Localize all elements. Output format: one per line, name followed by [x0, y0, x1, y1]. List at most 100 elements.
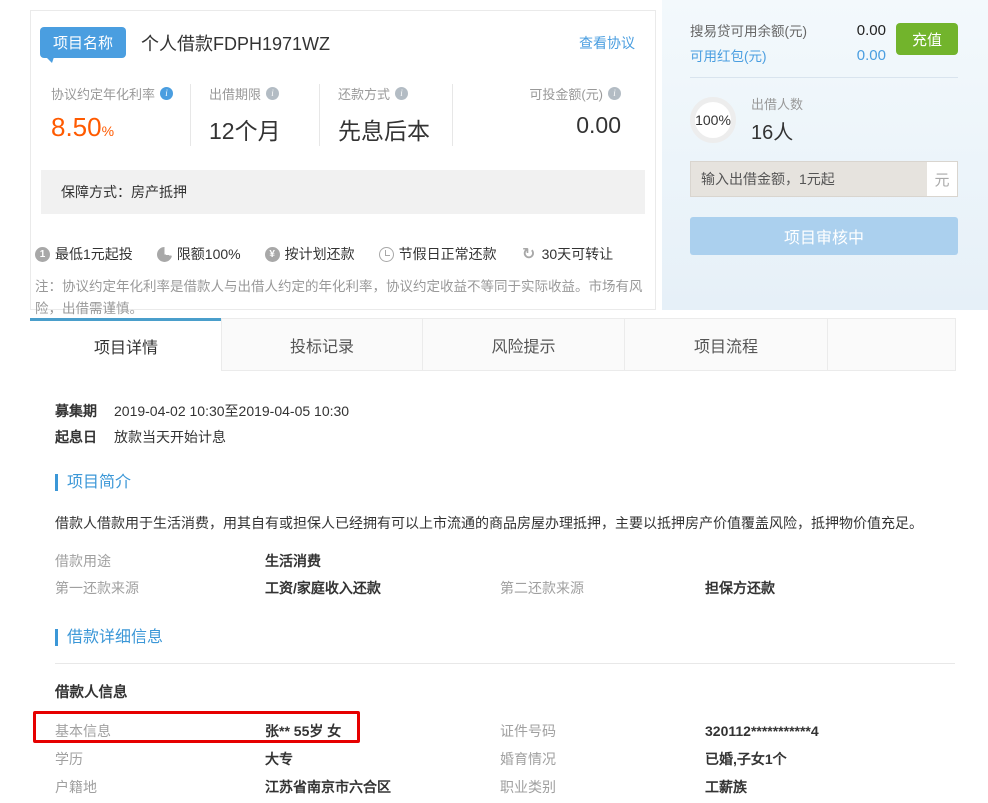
amount-unit: 元 [927, 162, 957, 196]
project-name-badge: 项目名称 [40, 27, 126, 58]
balance-box: 搜易贷可用余额(元) 0.00 可用红包(元) 0.00 充值 [690, 20, 958, 65]
project-stats: 协议约定年化利率 i 8.50% 出借期限 i 12个月 还款方式 i [31, 84, 655, 146]
table-row: 学历 大专 婚育情况 已婚,子女1个 [55, 745, 955, 773]
project-review-button[interactable]: 项目审核中 [690, 217, 958, 255]
row-label: 基本信息 [55, 721, 265, 741]
source2-label: 第二还款来源 [500, 575, 705, 602]
stat-label: 还款方式 [338, 84, 390, 103]
raise-period-row: 募集期 2019-04-02 10:30至2019-04-05 10:30 [55, 402, 955, 421]
detail-tabs: 项目详情 投标记录 风险提示 项目流程 [30, 318, 956, 371]
lenders-value: 16人 [751, 116, 803, 145]
redpacket-row: 可用红包(元) 0.00 [690, 45, 886, 65]
amount-input-wrap: 元 [690, 161, 958, 197]
row-label: 婚育情况 [500, 749, 705, 769]
purpose-label: 借款用途 [55, 548, 265, 575]
feature-label: 节假日正常还款 [399, 244, 497, 264]
row-value: 320112***********4 [705, 723, 955, 739]
view-agreement-link[interactable]: 查看协议 [579, 33, 635, 53]
refresh-icon: ↻ [521, 246, 537, 262]
source2-value: 担保方还款 [705, 575, 955, 602]
rate-value: 8.50 [51, 112, 102, 142]
interest-start-row: 起息日 放款当天开始计息 [55, 428, 955, 447]
feature-quota: 限额100% [157, 244, 241, 264]
feature-transfer: ↻ 30天可转让 [521, 244, 614, 264]
info-icon[interactable]: i [266, 87, 279, 100]
source1-label: 第一还款来源 [55, 575, 265, 602]
row-value: 工薪族 [705, 777, 955, 797]
repay-sources-row: 第一还款来源 工资/家庭收入还款 第二还款来源 担保方还款 [55, 575, 955, 602]
stat-label: 可投金额(元) [529, 84, 603, 103]
row-value: 大专 [265, 749, 500, 769]
project-title: 个人借款FDPH1971WZ [141, 30, 330, 56]
balance-label: 搜易贷可用余额(元) [690, 20, 807, 40]
clock-icon [379, 247, 394, 262]
panel-divider [690, 77, 958, 78]
borrower-info-title: 借款人信息 [55, 681, 955, 702]
borrower-info-table: 基本信息 张** 55岁 女 证件号码 320112***********4 学… [55, 717, 955, 803]
purpose-row: 借款用途 生活消费 [55, 548, 955, 575]
row-label: 学历 [55, 749, 265, 769]
feature-repay-plan: ¥ 按计划还款 [265, 244, 355, 264]
feature-min-invest: 1 最低1元起投 [35, 244, 133, 264]
feature-label: 30天可转让 [542, 244, 614, 264]
redpacket-value: 0.00 [857, 47, 886, 64]
one-circle-icon: 1 [35, 247, 50, 262]
source1-value: 工资/家庭收入还款 [265, 575, 500, 602]
investable-amount-value: 0.00 [463, 112, 621, 139]
risk-note: 注：协议约定年化利率是借款人与出借人约定的年化利率，协议约定收益不等同于实际收益… [35, 276, 643, 319]
tab-project-flow[interactable]: 项目流程 [624, 318, 828, 371]
info-icon[interactable]: i [608, 87, 621, 100]
balance-value: 0.00 [857, 22, 886, 39]
intro-text: 借款人借款用于生活消费，用其自有或担保人已经拥有可以上市流通的商品房屋办理抵押，… [55, 512, 955, 535]
project-summary-card: 项目名称 个人借款FDPH1971WZ 查看协议 协议约定年化利率 i 8.50… [30, 10, 656, 310]
feature-label: 限额100% [177, 244, 241, 264]
stat-annual-rate: 协议约定年化利率 i 8.50% [41, 84, 191, 146]
feature-label: 最低1元起投 [55, 244, 133, 264]
redpacket-link[interactable]: 可用红包(元) [690, 45, 767, 65]
row-value: 张** 55岁 女 [265, 721, 500, 741]
row-value: 已婚,子女1个 [705, 749, 955, 769]
interest-start-value: 放款当天开始计息 [114, 428, 226, 447]
row-value: 江苏省南京市六合区 [265, 777, 500, 797]
balance-row: 搜易贷可用余额(元) 0.00 [690, 20, 886, 40]
stat-label: 出借期限 [209, 84, 261, 103]
row-label: 户籍地 [55, 777, 265, 797]
stat-term: 出借期限 i 12个月 [191, 84, 320, 146]
stat-repay-method: 还款方式 i 先息后本 [320, 84, 453, 146]
stat-investable-amount: 可投金额(元) i 0.00 [453, 84, 645, 146]
raise-period-label: 募集期 [55, 402, 97, 421]
feature-label: 按计划还款 [285, 244, 355, 264]
invest-panel: 搜易贷可用余额(元) 0.00 可用红包(元) 0.00 充值 100% 出借人… [662, 0, 988, 310]
info-icon[interactable]: i [160, 87, 173, 100]
project-header: 项目名称 个人借款FDPH1971WZ 查看协议 [31, 11, 655, 58]
stat-label: 协议约定年化利率 [51, 84, 155, 103]
lenders-label: 出借人数 [751, 94, 803, 113]
progress-circle: 100% [690, 97, 736, 143]
purpose-value: 生活消费 [265, 548, 500, 575]
tab-risk-notice[interactable]: 风险提示 [422, 318, 625, 371]
amount-input[interactable] [691, 162, 927, 196]
recharge-button[interactable]: 充值 [896, 23, 958, 55]
term-value: 12个月 [209, 112, 317, 146]
section-title-intro: 项目简介 [55, 474, 955, 491]
tab-filler [827, 318, 956, 371]
rate-suffix: % [102, 123, 114, 139]
section-title-loan-detail: 借款详细信息 [55, 629, 955, 646]
pie-quota-icon [157, 247, 172, 262]
row-label: 职业类别 [500, 777, 705, 797]
guarantee-bar: 保障方式：房产抵押 [41, 170, 645, 214]
row-label: 证件号码 [500, 721, 705, 741]
progress-row: 100% 出借人数 16人 [690, 94, 958, 145]
tab-bid-records[interactable]: 投标记录 [221, 318, 423, 371]
tab-project-detail[interactable]: 项目详情 [30, 318, 222, 371]
section-divider [55, 663, 955, 664]
info-icon[interactable]: i [395, 87, 408, 100]
lenders-block: 出借人数 16人 [751, 94, 803, 145]
yuan-circle-icon: ¥ [265, 247, 280, 262]
feature-list: 1 最低1元起投 限额100% ¥ 按计划还款 节假日正常还款 ↻ 30天可转让 [35, 244, 645, 264]
feature-holiday-repay: 节假日正常还款 [379, 244, 497, 264]
interest-start-label: 起息日 [55, 428, 97, 447]
table-row: 基本信息 张** 55岁 女 证件号码 320112***********4 [55, 717, 955, 745]
project-detail-content: 募集期 2019-04-02 10:30至2019-04-05 10:30 起息… [55, 402, 955, 803]
repay-method-value: 先息后本 [338, 112, 450, 146]
